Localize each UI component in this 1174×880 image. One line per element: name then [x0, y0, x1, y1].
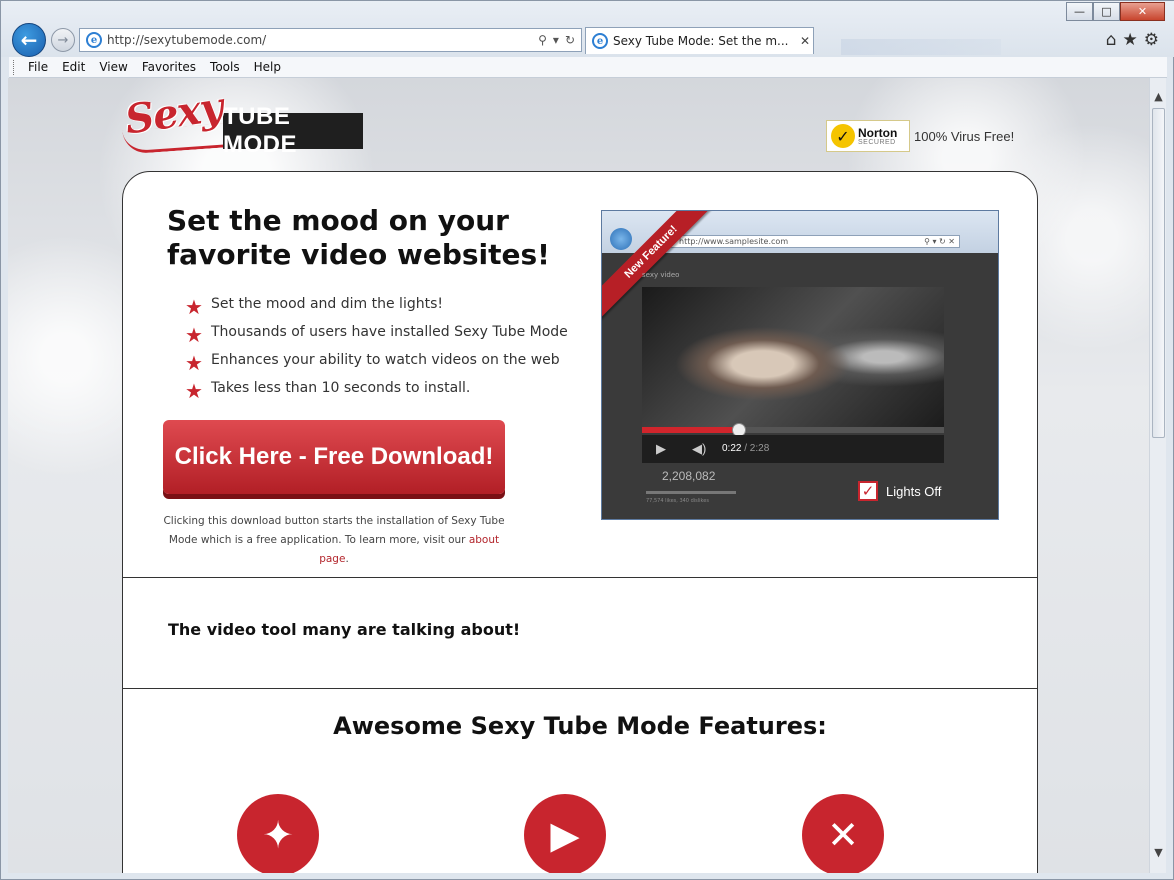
magic-wand-icon: ✦ [237, 794, 319, 873]
section-divider [123, 688, 1037, 689]
star-icon: ★ [185, 351, 203, 375]
check-icon: ✓ [831, 124, 855, 148]
new-tab-area[interactable] [841, 39, 1001, 55]
search-icon[interactable]: ⚲ [538, 33, 547, 47]
minimize-button[interactable]: — [1066, 2, 1093, 21]
tab-title: Sexy Tube Mode: Set the m... [613, 34, 789, 48]
feature-bullets: ★ Set the mood and dim the lights! ★ Thous… [185, 296, 585, 408]
logo-box-text: TUBE MODE [223, 103, 363, 158]
list-item: ★ Set the mood and dim the lights! [185, 295, 443, 319]
site-logo[interactable]: Sexy TUBE MODE [122, 83, 368, 158]
list-item: ★ Takes less than 10 seconds to install. [185, 379, 471, 403]
gear-icon[interactable]: ⚙ [1144, 30, 1159, 50]
menu-file[interactable]: File [25, 60, 56, 74]
norton-badge: ✓ Norton SECURED [826, 120, 910, 152]
download-disclaimer: Clicking this download button starts the… [163, 515, 505, 565]
feature-preview-image: http://www.samplesite.com ⚲ ▾ ↻ ✕ New Fe… [601, 210, 999, 520]
preview-address: http://www.samplesite.com ⚲ ▾ ↻ ✕ [664, 235, 960, 248]
menu-help[interactable]: Help [251, 60, 289, 74]
features-heading: Awesome Sexy Tube Mode Features: [333, 712, 827, 740]
window-controls: — □ ✕ [1066, 2, 1165, 21]
norton-seal: ✓ Norton SECURED 100% Virus Free! [826, 120, 1014, 152]
menu-bar: File Edit View Favorites Tools Help [9, 57, 1167, 78]
preview-video-frame [642, 287, 944, 427]
address-bar[interactable]: e http://sexytubemode.com/ ⚲ ▾ ↻ [79, 28, 582, 52]
play-icon: ▶ [656, 441, 666, 456]
preview-view-count: 2,208,082 [662, 469, 716, 483]
address-tools: ⚲ ▾ ↻ [538, 33, 575, 47]
star-icon: ★ [185, 379, 203, 403]
menu-view[interactable]: View [96, 60, 135, 74]
menu-tools[interactable]: Tools [207, 60, 248, 74]
preview-progress-fill [642, 427, 739, 433]
preview-player-controls: ▶ ◀) 0:22 / 2:28 [642, 435, 944, 463]
menu-edit[interactable]: Edit [59, 60, 93, 74]
arrow-left-icon: ← [20, 28, 38, 52]
arrow-right-icon: → [57, 32, 69, 48]
forward-button[interactable]: → [51, 28, 75, 52]
maximize-button[interactable]: □ [1093, 2, 1120, 21]
list-item: ★ Thousands of users have installed Sexy … [185, 323, 568, 347]
globe-icon [610, 228, 632, 250]
preview-likes-bar [646, 491, 736, 494]
favorites-star-icon[interactable]: ★ [1123, 30, 1138, 50]
list-item: ★ Enhances your ability to watch videos o… [185, 351, 560, 375]
preview-tools-icon: ⚲ ▾ ↻ ✕ [924, 237, 955, 246]
star-icon: ★ [185, 295, 203, 319]
norton-sub: SECURED [858, 138, 896, 146]
toolbar-icons: ⌂ ★ ⚙ [1106, 30, 1159, 50]
norton-name: Norton [858, 125, 898, 140]
tools-icon: ✕ [802, 794, 884, 873]
close-button[interactable]: ✕ [1120, 2, 1165, 21]
lights-off-label: Lights Off [886, 483, 942, 499]
checkbox-checked-icon: ✓ [858, 481, 878, 501]
tab-close-icon[interactable]: ✕ [797, 34, 813, 48]
preview-time: 0:22 / 2:28 [722, 443, 770, 454]
dropdown-icon[interactable]: ▾ [553, 33, 559, 47]
volume-icon: ◀) [692, 441, 707, 456]
talking-heading: The video tool many are talking about! [168, 620, 521, 639]
scroll-down-icon[interactable]: ▼ [1150, 844, 1167, 861]
scroll-thumb[interactable] [1152, 108, 1165, 438]
menu-favorites[interactable]: Favorites [139, 60, 204, 74]
lights-off-toggle: ✓ Lights Off [858, 481, 941, 501]
preview-likes: 77,574 likes, 340 dislikes [646, 498, 709, 504]
film-strip-icon: ▶ [524, 794, 606, 873]
refresh-icon[interactable]: ↻ [565, 33, 575, 47]
free-download-button[interactable]: Click Here - Free Download! [163, 420, 505, 494]
page-viewport: Sexy TUBE MODE ✓ Norton SECURED 100% Vir… [8, 78, 1149, 873]
back-button[interactable]: ← [12, 23, 46, 57]
preview-progress-bar [642, 423, 944, 437]
tab-active[interactable]: e Sexy Tube Mode: Set the m... ✕ [585, 27, 814, 54]
ie-logo-icon: e [86, 32, 102, 48]
section-divider [123, 577, 1037, 578]
url-text[interactable]: http://sexytubemode.com/ [107, 33, 538, 47]
preview-search-label: sexy video [642, 271, 680, 279]
scroll-up-icon[interactable]: ▲ [1150, 88, 1167, 105]
content-card: Set the mood on your favorite video webs… [122, 171, 1038, 873]
hero-title: Set the mood on your favorite video webs… [167, 204, 550, 271]
home-icon[interactable]: ⌂ [1106, 30, 1117, 50]
virus-free-text: 100% Virus Free! [914, 128, 1015, 144]
vertical-scrollbar[interactable]: ▲ ▼ [1149, 78, 1166, 873]
star-icon: ★ [185, 323, 203, 347]
ie-logo-icon: e [592, 33, 608, 49]
